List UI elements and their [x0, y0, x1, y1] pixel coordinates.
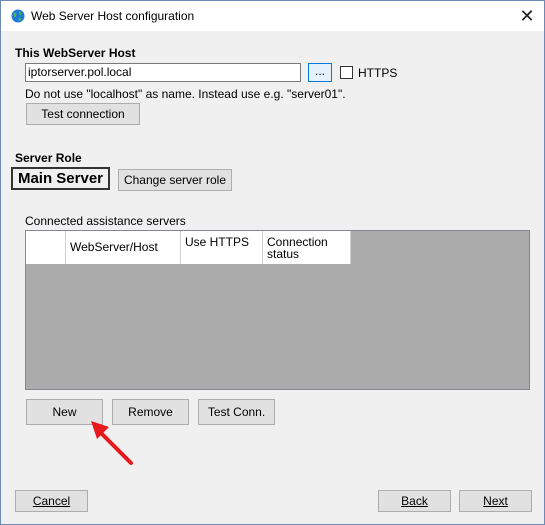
next-button[interactable]: Next	[459, 490, 532, 512]
current-role-display: Main Server	[11, 167, 110, 190]
host-input[interactable]: iptorserver.pol.local	[25, 63, 301, 82]
assistance-heading: Connected assistance servers	[25, 214, 186, 228]
grid-column-host[interactable]: WebServer/Host	[66, 231, 181, 264]
assistance-servers-grid[interactable]: WebServer/Host Use HTTPS Connection stat…	[25, 230, 530, 390]
grid-header-row: WebServer/Host Use HTTPS Connection stat…	[26, 231, 351, 264]
grid-column-status[interactable]: Connection status	[263, 231, 351, 264]
config-window: Web Server Host configuration ✕ This Web…	[0, 0, 545, 525]
test-conn-button[interactable]: Test Conn.	[198, 399, 275, 425]
role-section-heading: Server Role	[15, 151, 82, 165]
https-label: HTTPS	[358, 66, 398, 80]
change-role-button[interactable]: Change server role	[118, 169, 232, 191]
host-section-heading: This WebServer Host	[15, 46, 136, 60]
title-bar: Web Server Host configuration ✕	[1, 1, 544, 31]
grid-column-https[interactable]: Use HTTPS	[181, 231, 263, 264]
globe-icon	[11, 9, 25, 23]
https-checkbox[interactable]	[340, 66, 353, 79]
window-title: Web Server Host configuration	[31, 9, 195, 23]
close-icon: ✕	[519, 6, 535, 26]
cancel-label: Cancel	[32, 494, 71, 508]
back-label: Back	[401, 494, 428, 508]
test-connection-button[interactable]: Test connection	[26, 103, 140, 125]
browse-button[interactable]: ...	[308, 63, 332, 82]
back-button[interactable]: Back	[378, 490, 451, 512]
red-arrow-annotation	[91, 421, 133, 465]
cancel-button[interactable]: Cancel	[15, 490, 88, 512]
next-label: Next	[483, 494, 508, 508]
grid-column-select[interactable]	[26, 231, 66, 264]
host-hint-text: Do not use "localhost" as name. Instead …	[25, 87, 346, 101]
close-button[interactable]: ✕	[510, 1, 544, 31]
